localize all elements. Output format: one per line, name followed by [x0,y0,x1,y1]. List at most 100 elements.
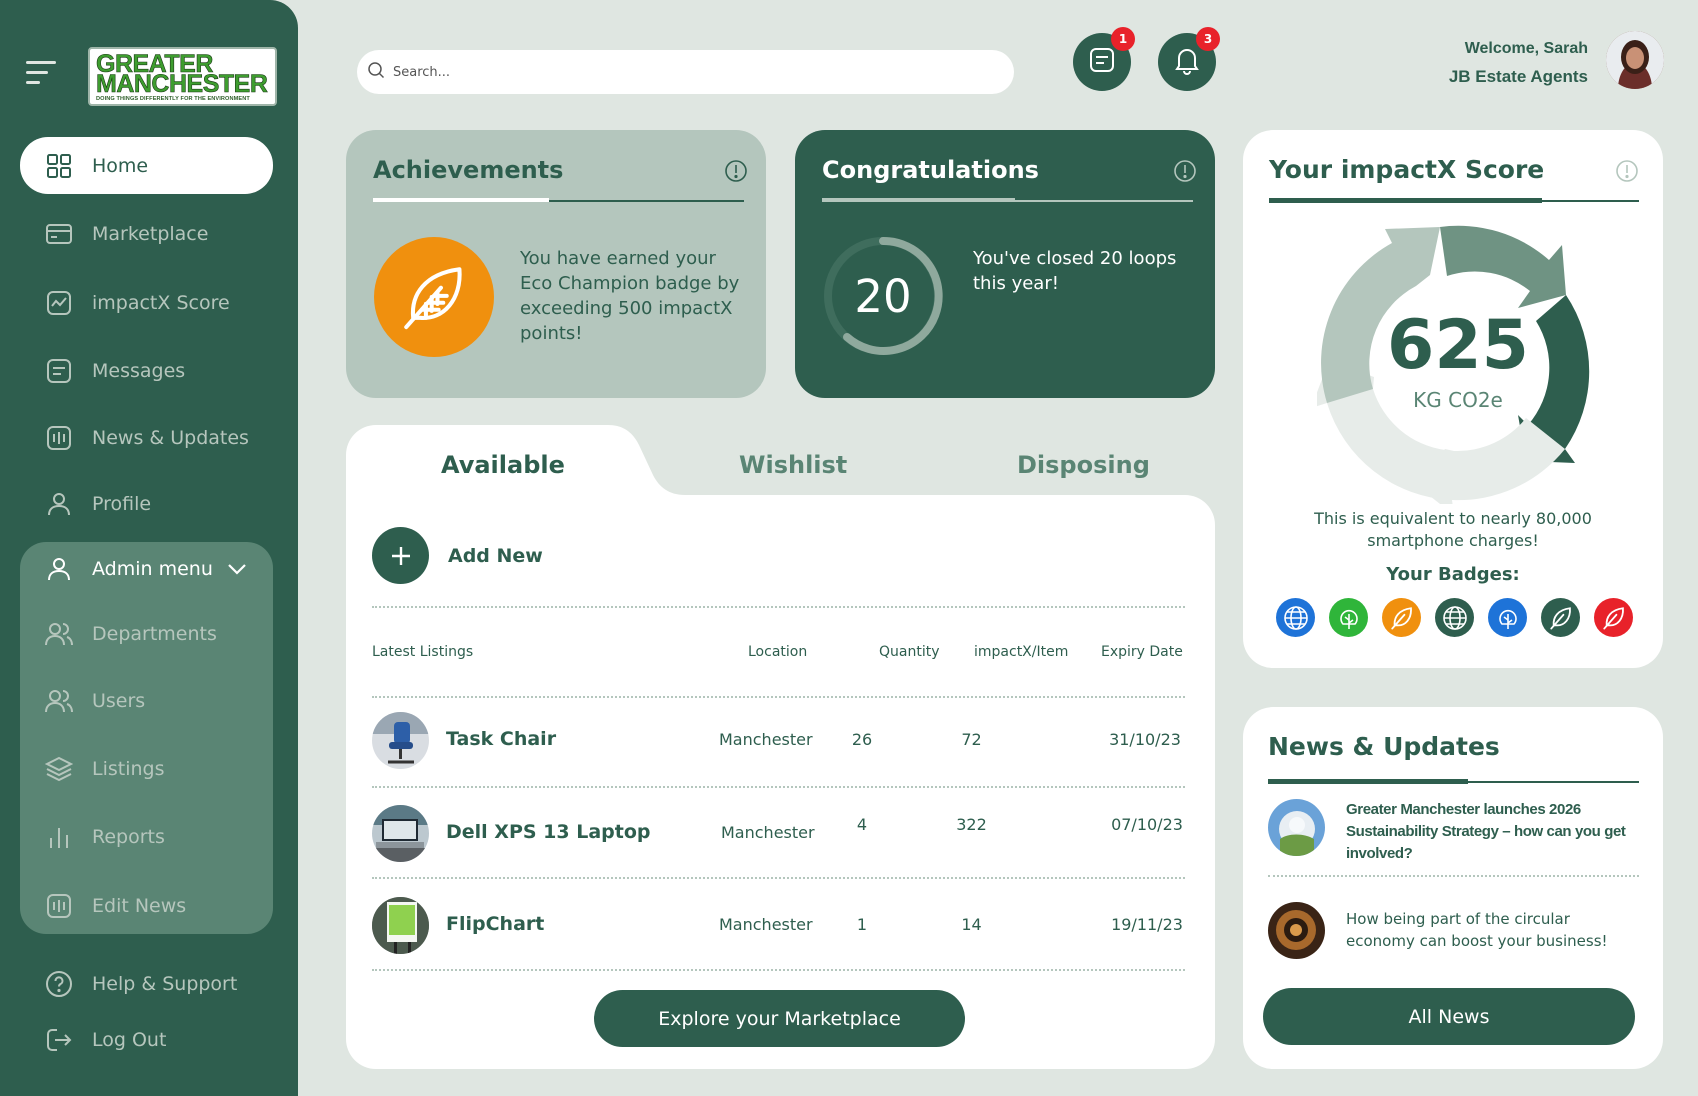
column-header-quantity: Quantity [879,644,940,660]
leaf-icon[interactable] [1594,598,1633,637]
user-icon [44,554,74,584]
globe-icon[interactable] [1435,598,1474,637]
score-equivalent: This is equivalent to nearly 80,000 smar… [1314,509,1592,550]
table-row[interactable]: Task Chair Manchester 26 72 31/10/23 [372,706,1187,776]
column-header-location: Location [748,644,808,660]
sidebar-item-label: Listings [92,757,165,780]
sidebar-item-label: impactX Score [92,291,230,314]
sidebar-item-log-out[interactable]: Log Out [20,1011,273,1068]
sidebar-item-label: News & Updates [92,426,249,449]
company-name: JB Estate Agents [1448,67,1588,86]
sidebar-item-label: Messages [92,359,186,382]
admin-menu-panel [20,542,273,934]
sidebar-item-news-updates[interactable]: News & Updates [20,409,273,466]
achievement-message: You have earned your Eco Champion badge … [520,248,740,344]
listing-impactx: 14 [961,915,982,934]
sidebar-item-help-support[interactable]: Help & Support [20,955,273,1012]
news-thumbnail [1268,902,1325,959]
news-updates-card: News & Updates Greater Manchester launch… [1243,707,1663,1069]
news-item[interactable]: Greater Manchester launches 2026 Sustain… [1268,799,1638,869]
all-news-button[interactable]: All News [1263,988,1635,1045]
sidebar-item-label: Home [92,154,149,177]
score-unit: KG CO2e [1413,388,1503,412]
tree-icon[interactable] [1329,598,1368,637]
search-bar[interactable] [357,50,1014,94]
user-greeting: Welcome, Sarah JB Estate Agents [1449,40,1588,87]
eco-champion-badge [374,237,494,357]
news-item[interactable]: How being part of the circular economy c… [1268,902,1638,962]
tree-icon[interactable] [1488,598,1527,637]
notifications-button[interactable]: 3 [1158,27,1220,91]
leaf-icon[interactable] [1382,598,1421,637]
search-icon [367,61,385,83]
tab-disposing[interactable]: Disposing [1017,451,1150,479]
messages-button[interactable]: 1 [1073,27,1135,91]
greater-manchester-logo[interactable]: GREATER MANCHESTER DOING THINGS DIFFEREN… [88,47,277,106]
achievements-card: Achievements You have earned your Eco Ch… [346,130,766,398]
menu-toggle-icon[interactable] [26,58,58,88]
bar-chart-icon [44,822,74,852]
grid-icon [44,151,74,181]
sidebar-item-users[interactable]: Users [20,672,273,729]
congratulations-card: Congratulations 20 You've closed 20 loop… [795,130,1215,398]
sidebar-item-marketplace[interactable]: Marketplace [20,205,273,262]
news-icon [44,423,74,453]
card-divider [373,198,744,202]
welcome-text: Welcome, Sarah [1464,40,1588,57]
add-new-label: Add New [448,544,543,567]
divider [372,696,1185,698]
explore-marketplace-button[interactable]: Explore your Marketplace [594,990,965,1047]
listing-expiry: 31/10/23 [1109,730,1181,749]
sidebar-item-edit-news[interactable]: Edit News [20,877,273,934]
badge-list [1276,598,1633,637]
sidebar-item-departments[interactable]: Departments [20,605,273,662]
divider [372,786,1185,788]
sidebar-item-home[interactable]: Home [20,137,273,194]
sidebar-item-impactx-score[interactable]: impactX Score [20,274,273,331]
bell-icon [1173,45,1201,79]
admin-menu-toggle[interactable]: Admin menu [20,540,273,597]
globe-icon[interactable] [1276,598,1315,637]
listing-quantity: 1 [856,915,868,934]
chart-line-icon [44,288,74,318]
layers-icon [44,754,74,784]
listing-name: FlipChart [446,913,545,935]
laptop-thumbnail [372,805,429,862]
logo-tagline: DOING THINGS DIFFERENTLY FOR THE ENVIRON… [96,96,250,102]
sidebar-item-reports[interactable]: Reports [20,808,273,865]
table-row[interactable]: Dell XPS 13 Laptop Manchester 4 322 07/1… [372,799,1187,869]
sidebar-item-profile[interactable]: Profile [20,475,273,532]
listing-expiry: 07/10/23 [1111,815,1183,834]
listing-expiry: 19/11/23 [1111,915,1183,934]
admin-menu-label: Admin menu [92,557,213,580]
sidebar-item-messages[interactable]: Messages [20,342,273,399]
table-row[interactable]: FlipChart Manchester 1 14 19/11/23 [372,891,1187,961]
listings-panel: Available Wishlist Disposing Add New Lat… [346,425,1215,1069]
sidebar: GREATER MANCHESTER DOING THINGS DIFFEREN… [0,0,298,1096]
listing-impactx: 72 [961,730,982,749]
info-icon[interactable] [1615,159,1639,183]
message-icon [44,356,74,386]
leaf-icon[interactable] [1541,598,1580,637]
avatar[interactable] [1606,31,1664,89]
sidebar-item-label: Profile [92,492,152,515]
tab-wishlist[interactable]: Wishlist [739,451,847,479]
achievements-title: Achievements [373,156,564,184]
card-icon [44,219,74,249]
add-new-button[interactable]: Add New [372,527,543,584]
sidebar-item-label: Help & Support [92,972,238,995]
tab-available[interactable]: Available [441,451,565,479]
sidebar-item-listings[interactable]: Listings [20,740,273,797]
sidebar-item-label: Edit News [92,894,187,917]
card-divider [822,198,1193,202]
column-header-expiry-date: Expiry Date [1101,644,1183,660]
impactx-score-card: Your impactX Score 625 KG CO2e This is e… [1243,130,1663,668]
news-headline: Greater Manchester launches 2026 Sustain… [1346,801,1626,862]
notifications-count-badge: 3 [1196,27,1220,51]
column-header-impactx-item: impactX/Item [974,644,1069,660]
divider [372,606,1185,608]
info-icon[interactable] [1173,159,1197,183]
search-input[interactable] [393,64,953,80]
badges-label: Your Badges: [1386,564,1520,585]
info-icon[interactable] [724,159,748,183]
